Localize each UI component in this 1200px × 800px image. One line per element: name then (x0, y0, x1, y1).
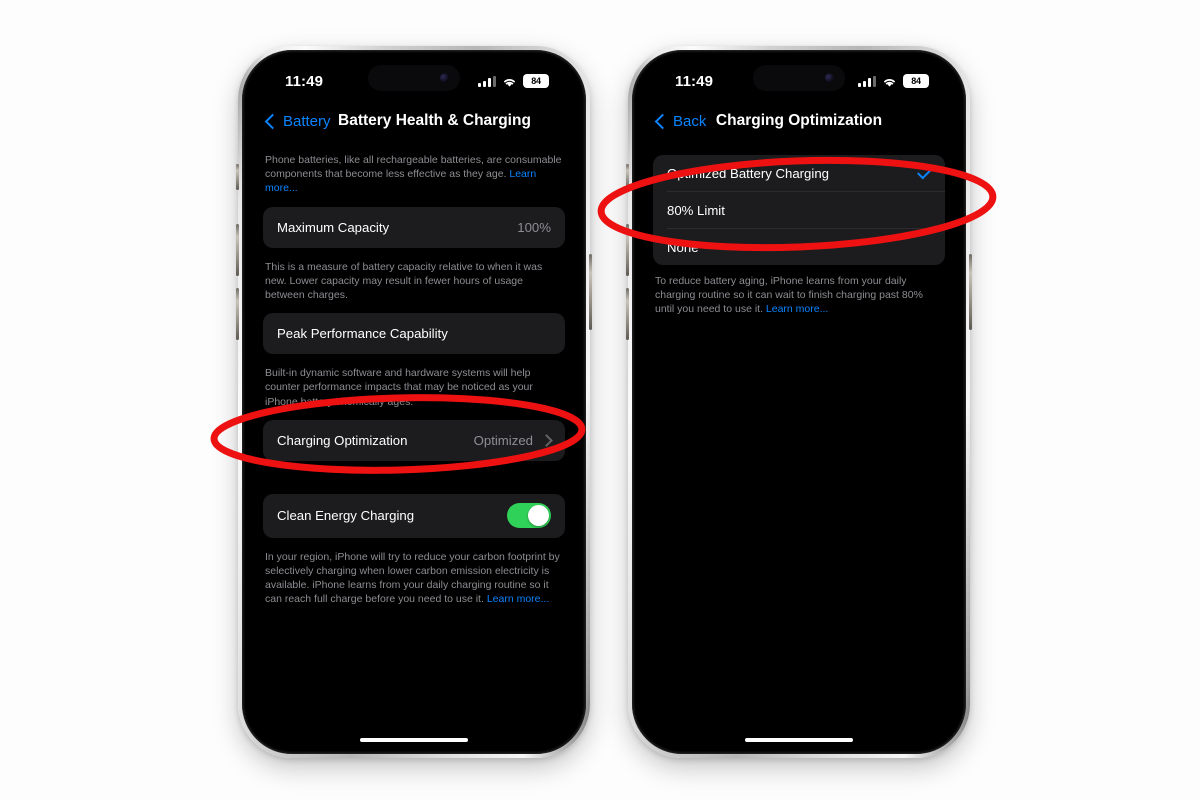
peak-performance-row[interactable]: Peak Performance Capability (263, 313, 565, 354)
right-content: Optimized Battery Charging 80% Limit Non… (635, 141, 963, 751)
back-button-label: Battery (283, 112, 331, 130)
left-page-title: Battery Health & Charging (338, 112, 531, 129)
option-80-percent-limit[interactable]: 80% Limit (653, 192, 945, 228)
left-phone-volume-down-button[interactable] (236, 288, 239, 340)
cellular-signal-icon (478, 75, 496, 87)
right-status-bar: 11:49 84 (635, 53, 963, 101)
left-phone-volume-up-button[interactable] (236, 224, 239, 276)
clean-energy-toggle[interactable] (507, 503, 551, 529)
right-phone-device: 11:49 84 Back Charging Optimization Opti… (626, 46, 972, 758)
charging-optimization-row[interactable]: Charging Optimization Optimized (263, 420, 565, 461)
cellular-signal-icon (858, 75, 876, 87)
left-phone-device: 11:49 84 Battery Battery Health & Chargi… (236, 46, 592, 758)
right-phone-mute-button[interactable] (626, 164, 629, 190)
right-phone-volume-down-button[interactable] (626, 288, 629, 340)
right-nav-bar: Back Charging Optimization (635, 101, 963, 141)
dynamic-island (368, 65, 460, 91)
peak-performance-label: Peak Performance Capability (277, 326, 448, 342)
left-phone-mute-button[interactable] (236, 164, 239, 190)
maximum-capacity-label: Maximum Capacity (277, 219, 390, 235)
left-phone-screen: 11:49 84 Battery Battery Health & Chargi… (245, 53, 583, 751)
option-label: 80% Limit (667, 202, 725, 218)
back-button-label: Back (673, 112, 707, 130)
left-home-indicator[interactable] (360, 738, 468, 742)
status-indicators: 84 (478, 74, 549, 88)
back-button[interactable]: Back (654, 112, 707, 130)
status-indicators: 84 (858, 74, 929, 88)
right-phone-screen: 11:49 84 Back Charging Optimization Opti… (635, 53, 963, 751)
clean-energy-note: In your region, iPhone will try to reduc… (263, 550, 565, 607)
right-phone-bezel: 11:49 84 Back Charging Optimization Opti… (632, 50, 966, 754)
option-none[interactable]: None (653, 229, 945, 265)
clean-energy-row[interactable]: Clean Energy Charging (263, 494, 565, 538)
right-phone-power-button[interactable] (969, 254, 972, 330)
capacity-note: This is a measure of battery capacity re… (265, 260, 543, 302)
clean-energy-card: Clean Energy Charging (263, 493, 565, 538)
intro-note: Phone batteries, like all rechargeable b… (263, 153, 565, 196)
left-content: Phone batteries, like all rechargeable b… (245, 141, 583, 751)
maximum-capacity-row[interactable]: Maximum Capacity 100% (263, 207, 565, 248)
back-to-battery-button[interactable]: Battery (264, 112, 331, 130)
charging-options-card: Optimized Battery Charging 80% Limit Non… (653, 155, 945, 265)
wifi-icon (502, 75, 517, 87)
clean-energy-label: Clean Energy Charging (277, 508, 415, 524)
dynamic-island (753, 65, 845, 91)
option-label: None (667, 239, 699, 255)
status-time: 11:49 (675, 73, 714, 90)
front-camera-icon (440, 73, 449, 83)
right-phone-volume-up-button[interactable] (626, 224, 629, 276)
battery-icon: 84 (903, 74, 929, 88)
chevron-left-icon (654, 113, 671, 129)
checkmark-icon (917, 164, 932, 179)
left-status-bar: 11:49 84 (245, 53, 583, 101)
charging-optimization-label: Charging Optimization (277, 432, 408, 448)
left-phone-power-button[interactable] (589, 254, 592, 330)
battery-icon: 84 (523, 74, 549, 88)
chevron-right-icon (540, 433, 553, 447)
charging-optimization-value: Optimized (473, 432, 533, 448)
wifi-icon (882, 75, 897, 87)
footer-learn-more-link[interactable]: Learn more... (766, 303, 828, 315)
right-page-title: Charging Optimization (715, 112, 883, 129)
maximum-capacity-value: 100% (517, 219, 551, 235)
left-phone-bezel: 11:49 84 Battery Battery Health & Chargi… (242, 50, 586, 754)
peak-performance-card: Peak Performance Capability (263, 313, 565, 355)
front-camera-icon (825, 73, 834, 83)
toggle-knob (528, 505, 549, 527)
right-home-indicator[interactable] (745, 738, 853, 742)
left-nav-bar: Battery Battery Health & Charging (245, 101, 583, 141)
maximum-capacity-card: Maximum Capacity 100% (263, 206, 565, 248)
chevron-left-icon (264, 113, 281, 129)
peak-performance-note: Built-in dynamic software and hardware s… (265, 367, 533, 408)
clean-energy-learn-more-link[interactable]: Learn more... (487, 593, 549, 605)
charging-options-footer-note: To reduce battery aging, iPhone learns f… (653, 274, 945, 317)
option-optimized-battery-charging[interactable]: Optimized Battery Charging (653, 155, 945, 191)
status-time: 11:49 (285, 73, 324, 90)
charging-optimization-card: Charging Optimization Optimized (263, 419, 565, 461)
option-label: Optimized Battery Charging (667, 165, 829, 181)
